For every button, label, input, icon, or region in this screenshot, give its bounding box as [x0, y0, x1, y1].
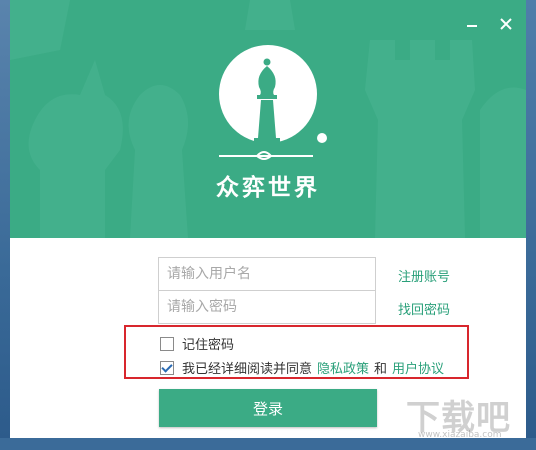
chess-bishop-logo	[219, 45, 327, 160]
header-banner: 众弈世界	[10, 0, 526, 238]
close-icon	[500, 18, 512, 30]
and-text: 和	[374, 362, 388, 377]
agreement-label: 我已经详细阅读并同意	[182, 362, 313, 377]
login-window: 众弈世界 注册账号 找回密码 记住密码 我已经详细阅读并同意 隐私政策 和 用户…	[10, 0, 526, 438]
remember-password-checkbox[interactable]	[160, 336, 174, 351]
find-password-link[interactable]: 找回密码	[398, 299, 450, 318]
watermark-subtext: www.xiazaiba.com	[418, 430, 502, 440]
user-agreement-link[interactable]: 用户协议	[392, 358, 444, 377]
close-button[interactable]	[496, 14, 516, 34]
site-watermark: 下载吧 www.xiazaiba.com	[400, 390, 530, 446]
register-account-link[interactable]: 注册账号	[398, 266, 450, 285]
app-title: 众弈世界	[216, 174, 320, 201]
privacy-policy-link[interactable]: 隐私政策	[317, 358, 369, 377]
password-input[interactable]	[158, 290, 376, 324]
remember-password-label: 记住密码	[182, 338, 235, 353]
desktop-background-right	[526, 0, 536, 450]
minimize-icon	[467, 25, 477, 27]
desktop-background-left	[0, 0, 10, 450]
minimize-button[interactable]	[462, 12, 482, 32]
remember-password-row: 记住密码	[160, 334, 234, 353]
agreement-row: 我已经详细阅读并同意 隐私政策 和 用户协议	[160, 358, 444, 377]
agreement-checkbox[interactable]	[160, 360, 174, 375]
username-input[interactable]	[158, 257, 376, 291]
login-button[interactable]: 登录	[159, 389, 377, 427]
